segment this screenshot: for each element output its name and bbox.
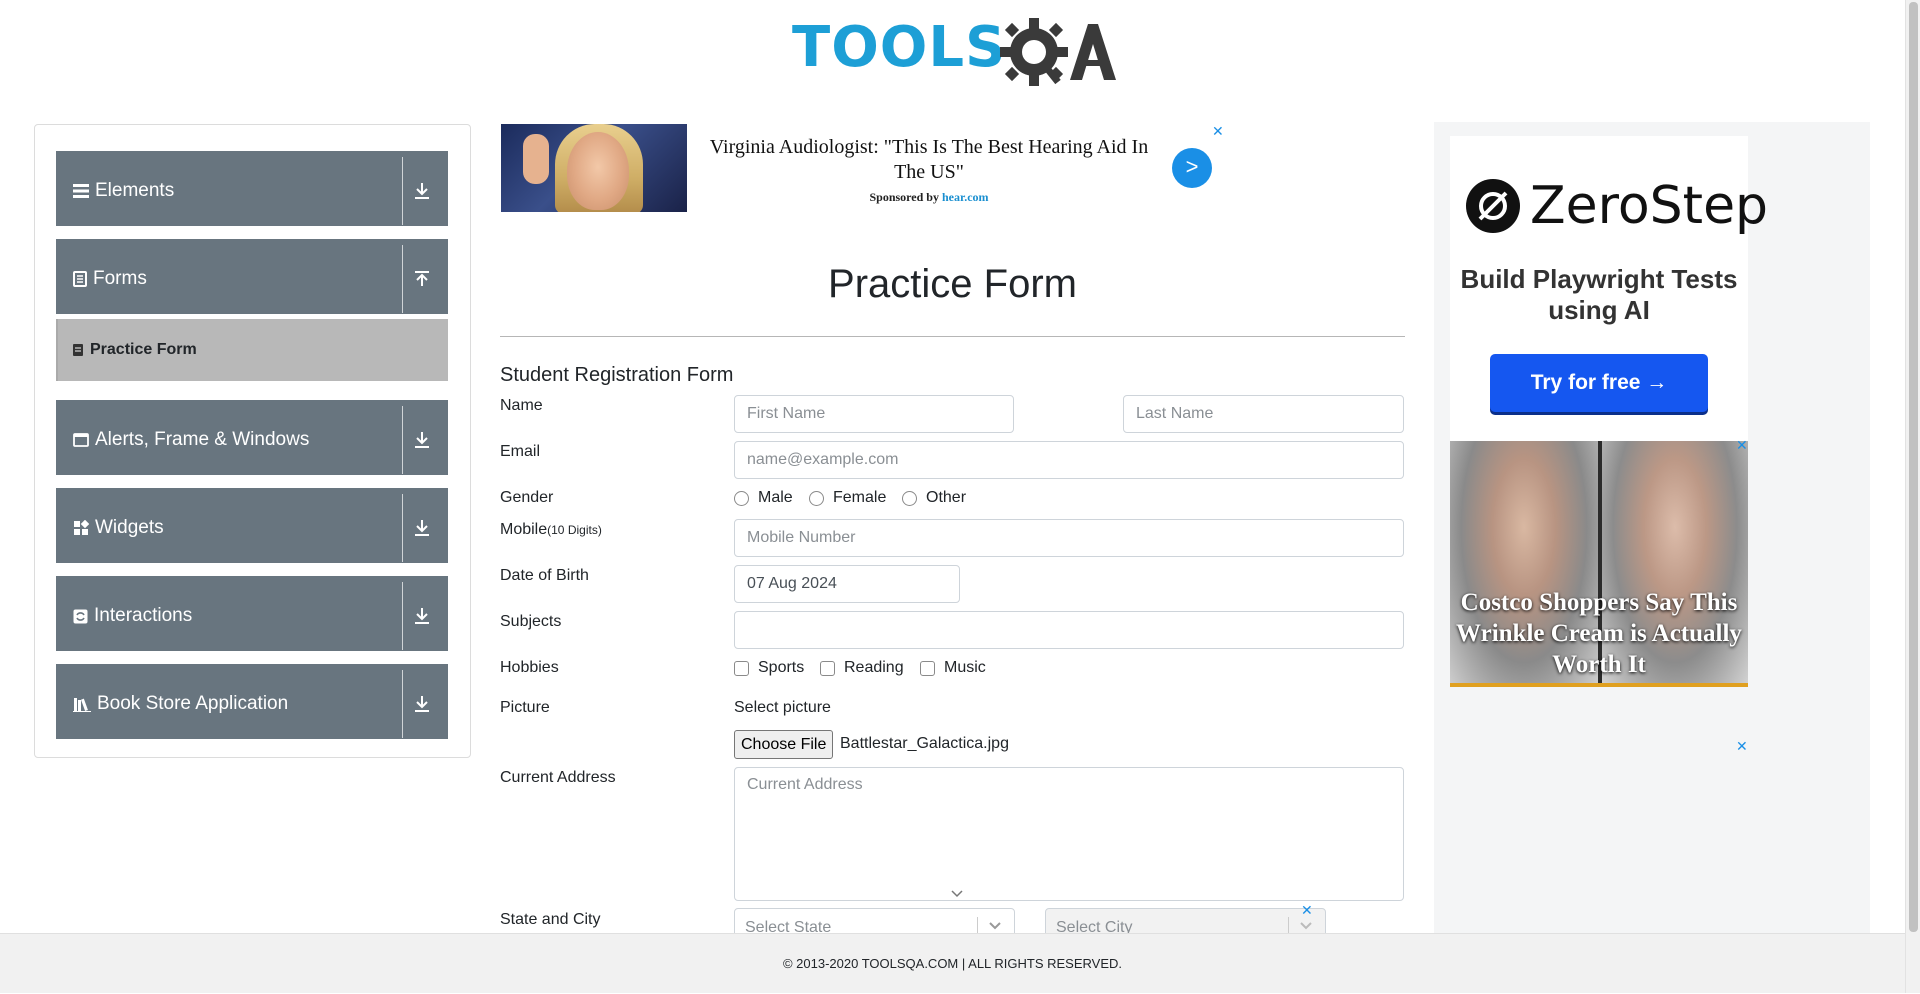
hobby-sports-checkbox[interactable]: Sports xyxy=(734,659,804,677)
ad-go-button[interactable]: > xyxy=(1172,148,1212,188)
ad-sponsor: Sponsored by hear.com xyxy=(704,190,1154,205)
hobbies-label: Hobbies xyxy=(500,659,559,676)
state-city-label: State and City xyxy=(500,911,601,928)
email-input[interactable] xyxy=(734,441,1404,479)
hobby-music-checkbox[interactable]: Music xyxy=(920,659,986,677)
mobile-input[interactable] xyxy=(734,519,1404,557)
ad-headline[interactable]: Virginia Audiologist: "This Is The Best … xyxy=(704,135,1154,185)
address-placeholder: Current Address xyxy=(747,776,863,793)
sidebar-group-label: Alerts, Frame & Windows xyxy=(95,429,310,450)
sidebar-group-label: Widgets xyxy=(95,517,164,538)
widgets-icon xyxy=(74,520,89,535)
picture-label: Picture xyxy=(500,699,550,716)
first-name-input[interactable] xyxy=(734,395,1014,433)
radio-label: Male xyxy=(758,489,793,506)
checkbox-label: Sports xyxy=(758,659,805,676)
select-picture-label: Select picture xyxy=(734,699,831,716)
sidebar-group-label: Interactions xyxy=(94,605,193,626)
sidebar-item-label: Practice Form xyxy=(90,341,197,358)
mobile-label: Mobile(10 Digits) xyxy=(500,521,602,539)
zerostep-name: ZeroStep xyxy=(1530,176,1769,236)
radio-label: Other xyxy=(926,489,967,506)
download-arrow-icon xyxy=(415,608,429,624)
radio-label: Female xyxy=(833,489,887,506)
current-address-textarea[interactable]: Current Address xyxy=(734,767,1404,901)
address-label: Current Address xyxy=(500,769,616,786)
footer: © 2013-2020 TOOLSQA.COM | ALL RIGHTS RES… xyxy=(0,933,1905,993)
gender-label: Gender xyxy=(500,489,554,506)
sidebar-group-elements[interactable]: Elements xyxy=(56,146,448,226)
ad-sponsor-prefix: Sponsored by xyxy=(869,190,942,204)
dob-label: Date of Birth xyxy=(500,567,589,584)
costco-caption: Costco Shoppers Say This Wrinkle Cream i… xyxy=(1456,589,1742,678)
ad-close-icon[interactable]: ✕ xyxy=(1301,902,1313,919)
mobile-label-text: Mobile xyxy=(500,521,548,538)
zerostep-logo-icon xyxy=(1466,179,1520,233)
title-divider xyxy=(500,336,1405,337)
page-title: Practice Form xyxy=(828,262,1077,306)
upload-arrow-icon xyxy=(415,271,429,286)
sidebar-item-practice-form[interactable]: Practice Form xyxy=(56,319,448,381)
gender-male-radio[interactable]: Male xyxy=(734,489,793,507)
right-ad-column: ZeroStep Build Playwright Tests using AI… xyxy=(1434,122,1870,993)
form-subtitle: Student Registration Form xyxy=(500,364,734,386)
ad-photo xyxy=(501,124,687,212)
sidebar-group-book-store[interactable]: Book Store Application xyxy=(56,659,448,739)
sidebar: Elements Forms Practice Form Alerts, Fra… xyxy=(34,124,471,758)
hearing-aid-ad[interactable]: Virginia Audiologist: "This Is The Best … xyxy=(500,123,1230,213)
window-icon xyxy=(73,433,89,447)
choose-file-button[interactable]: Choose File xyxy=(734,730,834,759)
sidebar-group-alerts[interactable]: Alerts, Frame & Windows xyxy=(56,395,448,475)
download-arrow-icon xyxy=(415,432,429,448)
selected-file-name: Battlestar_Galactica.jpg xyxy=(840,735,1009,752)
name-label: Name xyxy=(500,397,543,414)
gender-other-radio[interactable]: Other xyxy=(902,489,966,507)
page-scrollbar[interactable] xyxy=(1905,0,1920,993)
checkbox-label: Reading xyxy=(844,659,904,676)
toolsqa-logo[interactable]: TOOLS xyxy=(792,14,1116,90)
hamburger-icon xyxy=(73,184,89,198)
sidebar-group-widgets[interactable]: Widgets xyxy=(56,483,448,563)
document-icon xyxy=(73,271,87,287)
ad-sponsor-link[interactable]: hear.com xyxy=(942,190,989,204)
interactions-icon xyxy=(73,609,88,623)
ad-close-icon[interactable]: ✕ xyxy=(1212,123,1224,140)
hobby-reading-checkbox[interactable]: Reading xyxy=(820,659,904,677)
ad-close-icon[interactable]: ✕ xyxy=(1736,738,1748,755)
subjects-label: Subjects xyxy=(500,613,562,630)
sidebar-group-label: Book Store Application xyxy=(97,693,289,714)
site-header: TOOLS xyxy=(0,0,1905,100)
gender-female-radio[interactable]: Female xyxy=(809,489,886,507)
sidebar-group-label: Forms xyxy=(93,268,147,289)
download-arrow-icon xyxy=(415,696,429,712)
try-for-free-button[interactable]: Try for free → xyxy=(1490,354,1708,412)
sidebar-group-label: Elements xyxy=(95,180,175,201)
date-of-birth-input[interactable] xyxy=(734,565,960,603)
checkbox-label: Music xyxy=(944,659,986,676)
logo-text: TOOLS xyxy=(792,15,1007,80)
chevron-down-icon xyxy=(1300,922,1312,930)
form-icon xyxy=(73,344,83,356)
download-arrow-icon xyxy=(415,183,429,199)
subjects-input[interactable] xyxy=(734,611,1404,649)
download-arrow-icon xyxy=(415,520,429,536)
chevron-down-icon xyxy=(989,922,1001,930)
costco-ad[interactable]: Costco Shoppers Say This Wrinkle Cream i… xyxy=(1450,441,1748,687)
scrollbar-thumb[interactable] xyxy=(1909,2,1918,932)
email-label: Email xyxy=(500,443,541,460)
sidebar-group-forms[interactable]: Forms xyxy=(56,234,448,314)
books-icon xyxy=(73,698,91,712)
ad-close-icon[interactable]: ✕ xyxy=(1736,437,1748,454)
mobile-hint: (10 Digits) xyxy=(547,523,602,537)
zerostep-brand: ZeroStep xyxy=(1466,176,1768,236)
last-name-input[interactable] xyxy=(1123,395,1404,433)
sidebar-group-interactions[interactable]: Interactions xyxy=(56,571,448,651)
zerostep-ad[interactable]: ZeroStep Build Playwright Tests using AI… xyxy=(1450,136,1768,441)
zerostep-tagline: Build Playwright Tests using AI xyxy=(1460,264,1738,325)
gear-icon xyxy=(1000,18,1116,86)
chevron-down-icon xyxy=(951,890,963,898)
